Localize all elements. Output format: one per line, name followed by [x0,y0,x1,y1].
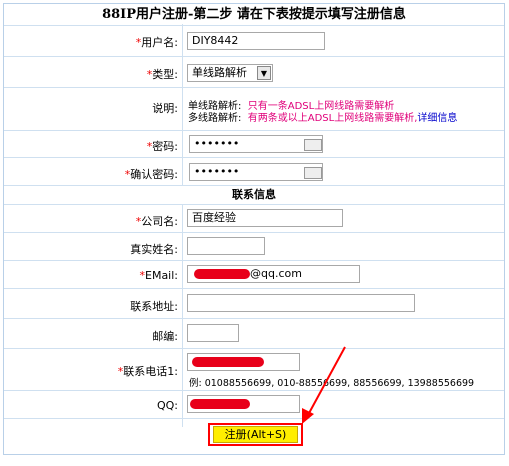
arrow-line [307,346,346,416]
arrow-head [302,408,314,424]
arrow-annotation [302,346,346,424]
